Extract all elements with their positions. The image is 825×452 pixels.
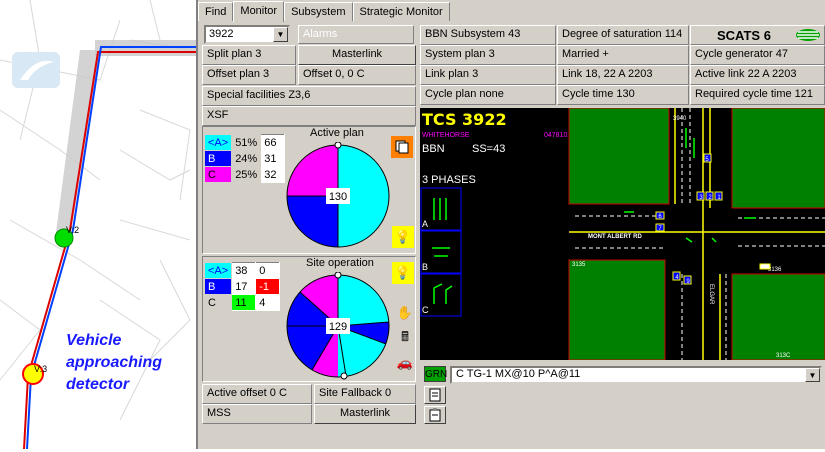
phase-a-pct: 51% [231,134,262,151]
masterlink-button[interactable]: Masterlink [298,45,416,65]
copy-plan-icon[interactable] [391,136,413,158]
split-plan: Split plan 3 [202,45,296,65]
married-status: Married + [557,45,689,65]
tab-bar: Find Monitor Subsystem Strategic Monitor [198,1,450,22]
site-operation-title: Site operation [306,257,374,269]
cycle-time: Cycle time 130 [557,85,689,105]
degree-of-saturation: Degree of saturation 114 [557,25,689,45]
xsf-field: XSF [202,106,416,126]
annotation-line-3: detector [66,376,130,393]
required-cycle-time: Required cycle time 121 [690,85,825,105]
signal-state-badge: GRN [424,366,447,382]
cycle-plan: Cycle plan none [420,85,556,105]
active-offset: Active offset 0 C [202,384,312,404]
op-phase-c-label: C [203,294,233,311]
table-row: C 11 4 [203,294,281,311]
op-phase-b-time: 17 [231,278,257,295]
signal-status-value: C TG-1 MX@10 P^A@11 [456,368,581,380]
chevron-down-icon[interactable]: ▼ [805,368,820,382]
clipboard-icon[interactable] [424,406,446,424]
street-ns: ELGAR [708,284,714,305]
phase-c-box-label: C [422,305,429,315]
mss-field: MSS [202,404,312,424]
monitor-window: Find Monitor Subsystem Strategic Monitor… [196,0,825,449]
special-facilities: Special facilities Z3,6 [202,86,416,106]
offset-plan: Offset plan 3 [202,65,296,85]
phase-a-box-label: A [422,219,428,229]
op-phase-c-diff: 4 [255,294,281,311]
signal-status-select[interactable]: C TG-1 MX@10 P^A@11 ▼ [450,366,822,384]
site-fallback: Site Fallback 0 [314,384,416,404]
op-phase-b-diff: -1 [255,278,281,295]
op-phase-a-time: 38 [231,262,257,279]
lightbulb-icon[interactable]: 💡 [392,226,414,248]
system-plan: System plan 3 [420,45,556,65]
phase-a-label: <A> [203,134,233,151]
bbn-subsystem: BBN Subsystem 43 [420,25,556,45]
active-plan-pie: 130 [286,142,390,248]
phase-b-pct: 24% [231,150,262,167]
phase-c-label: C [203,166,233,183]
car-icon[interactable]: 🚗 [394,352,416,374]
annotation-line-1: Vehicle [66,332,122,349]
table-row: B 24% 31 [203,150,286,167]
cycle-generator: Cycle generator 47 [690,45,825,65]
annotation-line-2: approaching [66,354,163,371]
chevron-down-icon[interactable]: ▼ [273,27,288,42]
intersection-svg: A B C MONT ALBERT RD ELGAR 3940 3135 313… [420,108,825,360]
map-panel[interactable]: V:2 V:3 Vehicle approaching detector [0,0,198,450]
phase-a-time: 66 [260,134,286,151]
detector-2-label: V:2 [66,225,79,235]
table-row: C 25% 32 [203,166,286,183]
link-value: Link 18, 22 A 2203 [557,65,689,85]
det-b-label: 313C [776,353,791,359]
offset-value: Offset 0, 0 C [298,65,416,85]
active-plan-title: Active plan [310,127,364,139]
op-phase-c-time: 11 [231,294,257,311]
empty-panel [450,386,824,446]
op-phase-a-diff: 0 [255,262,281,279]
op-phase-b-label: B [203,278,233,295]
tab-strategic-monitor[interactable]: Strategic Monitor [352,2,450,21]
tab-subsystem[interactable]: Subsystem [284,2,353,21]
op-phase-a-label: <A> [203,262,233,279]
link-plan: Link plan 3 [420,65,556,85]
active-link: Active link 22 A 2203 [690,65,825,85]
phase-c-time: 32 [260,166,286,183]
table-row: B 17 -1 [203,278,281,295]
map-annotation: Vehicle approaching detector [66,330,196,396]
phase-c-pct: 25% [231,166,262,183]
hand-icon[interactable]: ✋ [394,302,416,324]
phase-b-time: 31 [260,150,286,167]
site-selector[interactable]: 3922 ▼ [204,25,290,44]
lightbulb-icon[interactable]: 💡 [392,262,414,284]
alarms-indicator: Alarms [298,25,414,44]
phase-b-box-label: B [422,262,428,272]
detector-3-label: V:3 [34,364,47,374]
site-operation-table: <A> 38 0 B 17 -1 C 11 4 [203,262,281,311]
det-tl-label: 3940 [673,116,687,122]
calculator-icon[interactable]: 🖩 [394,328,416,350]
table-row: <A> 38 0 [203,262,281,279]
masterlink-footer-button[interactable]: Masterlink [314,404,416,424]
site-operation-cycle: 129 [329,321,347,333]
street-ew: MONT ALBERT RD [588,234,642,240]
scats-icon [796,29,820,41]
site-operation-pie: 129 [286,272,390,380]
site-selector-value: 3922 [209,28,234,40]
table-row: <A> 51% 66 [203,134,286,151]
phase-b-label: B [203,150,233,167]
paste-plan-icon[interactable] [424,386,446,404]
det-l-label: 3135 [572,262,586,268]
tab-find[interactable]: Find [198,2,234,21]
active-plan-table: <A> 51% 66 B 24% 31 C 25% 32 [203,134,286,183]
tab-monitor[interactable]: Monitor [233,1,285,22]
active-plan-cycle: 130 [329,191,347,203]
intersection-graphic[interactable]: TCS 3922 WHITEHORSE 047810 BBN SS=43 3 P… [420,108,825,360]
